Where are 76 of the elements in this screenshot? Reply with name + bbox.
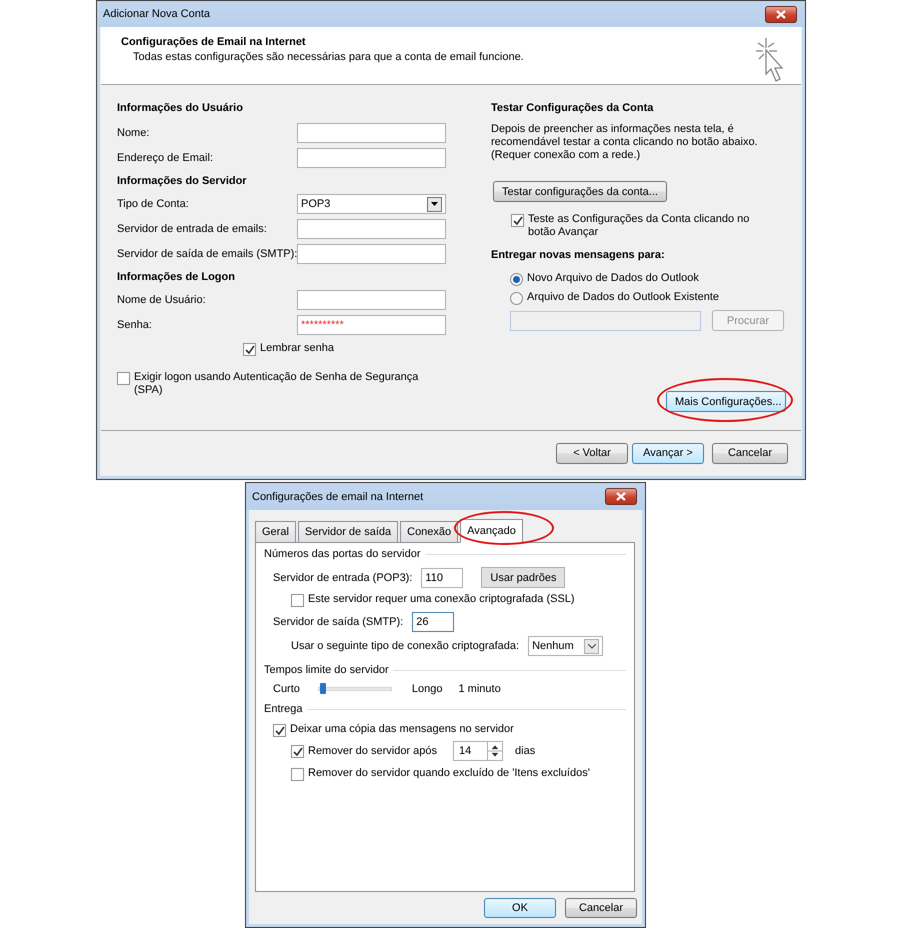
section-heading: Entregar novas mensagens para: [491,249,666,261]
tab[interactable]: Geral [255,521,296,542]
dropdown[interactable]: POP3 [297,194,446,214]
section-heading: Testar Configurações da Conta [491,102,654,114]
close-icon [616,492,626,502]
description-text: Depois de preencher as informações nesta tela, é recomendável testar a conta clicando no botão abaixo. (Requer conexão com a rede.) [491,123,759,162]
radio-button[interactable] [510,292,523,305]
header-subtitle: Todas estas configurações são necessárias para que a conta de email funcione. [133,51,524,63]
password-field[interactable]: ********** [297,315,446,335]
section-heading: Informações de Logon [117,271,236,283]
checkbox[interactable] [243,343,256,356]
window-title: Configurações de email na Internet [252,490,424,503]
input-field[interactable]: 26 [412,612,454,632]
checkbox[interactable] [273,724,286,738]
footer-button[interactable]: < Voltar [556,442,628,464]
header-title: Configurações de Email na Internet [121,36,307,48]
field-label: Tipo de Conta: [117,198,190,210]
field-label: Nome de Usuário: [117,294,207,306]
checkbox[interactable] [291,768,304,782]
field-label: Servidor de saída de emails (SMTP): [117,248,297,260]
field-label: Servidor de saída (SMTP): [273,616,404,628]
field-label: Nome: [117,127,150,139]
radio-label: Arquivo de Dados do Outlook Existente [527,291,720,304]
radio-label: Novo Arquivo de Dados do Outlook [527,272,699,285]
checkbox[interactable] [511,214,524,227]
checkbox-label: Deixar uma cópia das mensagens no servidor [290,723,514,736]
dropdown-arrow-icon [431,202,438,206]
dialog-button[interactable]: OK [484,898,556,918]
close-button[interactable] [765,6,797,22]
field-label: Usar o seguinte tipo de conexão criptografada: [291,640,520,652]
checkbox-label: Este servidor requer uma conexão criptografada (SSL) [308,593,575,606]
close-button[interactable] [605,488,637,506]
tab[interactable]: Conexão [400,521,458,542]
use-defaults-button[interactable]: Usar padrões [481,567,566,588]
slider-max-label: Longo [412,683,442,696]
test-settings-button[interactable]: Testar configurações da conta... [493,181,667,202]
tab[interactable]: Avançado [460,519,523,544]
group-heading: Entrega [264,703,303,716]
field-label: Senha: [117,319,153,331]
field-label: Endereço de Email: [117,152,214,164]
input-field[interactable] [297,290,446,310]
input-field[interactable] [297,123,446,143]
field-label: Servidor de entrada de emails: [117,223,268,235]
field-label: Servidor de entrada (POP3): [273,572,412,584]
input-field[interactable]: 110 [421,568,464,588]
file-path-field[interactable] [510,310,701,330]
dropdown[interactable]: Nenhum [528,636,604,656]
dialog-button[interactable]: Cancelar [565,898,637,918]
checkbox[interactable] [291,594,304,608]
checkbox[interactable] [117,372,130,385]
tab[interactable]: Servidor de saída [298,521,398,542]
section-heading: Informações do Servidor [117,175,248,187]
timeout-reading: 1 minuto [458,683,501,696]
unit-label: dias [515,744,536,758]
input-field[interactable] [297,244,446,264]
close-icon [776,10,786,18]
input-field[interactable] [297,219,446,239]
group-heading: Tempos limite do servidor [264,664,389,676]
footer-button[interactable]: Cancelar [712,442,788,464]
footer-button[interactable]: Avançar > [632,442,704,464]
checkbox-label: Teste as Configurações da Conta clicando no botão Avançar [528,213,750,239]
checkbox-label: Lembrar senha [260,342,334,355]
checkbox-label: Exigir logon usando Autenticação de Senha de Segurança (SPA) [134,371,420,397]
more-settings-button[interactable]: Mais Configurações... [666,391,786,412]
slider-min-label: Curto [273,683,300,696]
chevron-down-icon [588,644,596,649]
checkbox[interactable] [291,745,304,758]
section-heading: Informações do Usuário [117,102,244,114]
checkbox-label: Remover do servidor quando excluído de 'Itens excluídos' [308,767,590,780]
window-title: Adicionar Nova Conta [103,8,210,20]
slider-thumb[interactable] [320,683,326,694]
input-field[interactable] [297,148,446,168]
checkbox-label: Remover do servidor após [308,744,438,758]
spin-field[interactable]: 14 [453,741,504,762]
group-heading: Números das portas do servidor [264,548,421,560]
radio-button[interactable] [510,273,523,286]
